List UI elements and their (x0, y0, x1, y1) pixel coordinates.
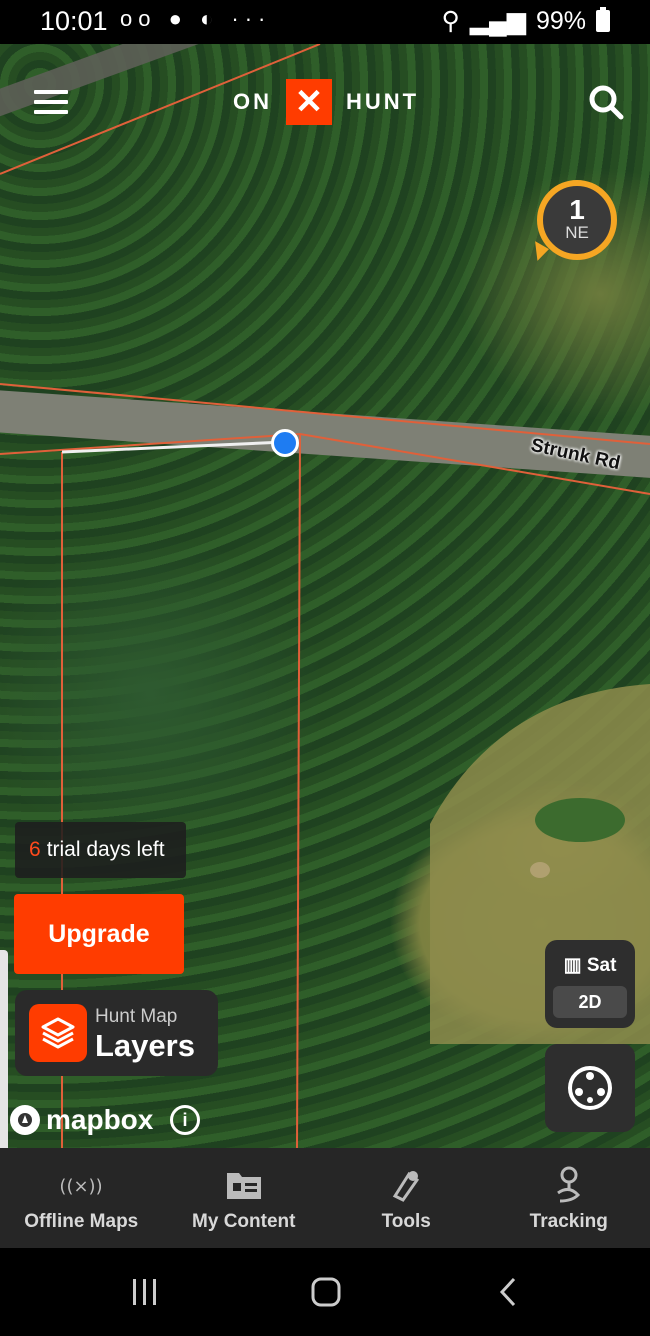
waypoint-cluster-marker[interactable]: 1 NE (537, 180, 617, 260)
svg-text:((×)): ((×)) (61, 1176, 101, 1197)
nav-my-content[interactable]: My Content (163, 1148, 326, 1248)
current-location-dot (271, 429, 299, 457)
search-icon[interactable] (588, 84, 624, 120)
status-bar: 10:01 ᴏᴏ ● ◐ ··· ⚲ ▂▄▆ 99% (0, 0, 650, 44)
layers-icon (29, 1004, 87, 1062)
mapbox-text: mapbox (46, 1104, 154, 1135)
trial-days-badge: 6 trial days left (15, 822, 186, 878)
logo-hunt: HUNT (346, 89, 420, 114)
cluster-count: 1 (569, 194, 585, 225)
battery-percent: 99% (535, 6, 586, 35)
nav-label-my-content: My Content (192, 1211, 296, 1232)
folder-icon (225, 1163, 263, 1207)
home-icon[interactable] (310, 1276, 342, 1308)
gps-locate-button[interactable] (545, 1044, 635, 1132)
onx-hunt-logo: ON ✕ HUNT (233, 78, 419, 126)
basemap-type: ▥ Sat (563, 955, 617, 976)
status-time: 10:01 (40, 6, 108, 36)
nav-offline-maps[interactable]: ((×)) Offline Maps (0, 1148, 163, 1248)
menu-icon[interactable] (34, 90, 68, 114)
bottom-nav: ((×)) Offline Maps My Content Tools Trac… (0, 1148, 650, 1248)
layers-button[interactable]: Hunt Map Layers (15, 990, 218, 1076)
nav-tools[interactable]: Tools (325, 1148, 488, 1248)
recent-apps-icon[interactable] (130, 1276, 160, 1308)
nav-label-tracking: Tracking (529, 1211, 608, 1232)
basemap-mode[interactable]: 2D (553, 986, 627, 1018)
attribution-info-icon[interactable]: i (170, 1105, 200, 1135)
layers-title: Layers (95, 1028, 195, 1063)
cluster-direction: NE (565, 223, 589, 242)
system-nav-bar (0, 1248, 650, 1336)
nav-tracking[interactable]: Tracking (488, 1148, 650, 1248)
mapbox-mark-icon (10, 1105, 40, 1135)
top-bar: ON ✕ HUNT (0, 44, 650, 144)
status-right: ⚲ ▂▄▆ 99% (441, 6, 610, 36)
battery-icon (596, 7, 610, 32)
nav-label-offline-maps: Offline Maps (24, 1211, 139, 1232)
trial-days-count: 6 (29, 838, 41, 861)
mapbox-logo: mapbox (10, 1104, 153, 1136)
tracking-pin-icon (552, 1163, 586, 1207)
location-status-icon: ⚲ (441, 7, 460, 35)
nav-label-tools: Tools (381, 1211, 431, 1232)
upgrade-button[interactable]: Upgrade (14, 894, 184, 974)
gps-icon (568, 1066, 612, 1110)
offline-signal-icon: ((×)) (61, 1163, 101, 1207)
tools-icon (387, 1163, 425, 1207)
trial-days-text: trial days left (46, 838, 165, 861)
notification-icons: ᴏᴏ ● ◐ ··· (120, 6, 272, 31)
layers-subtitle: Hunt Map (95, 1006, 178, 1027)
back-icon[interactable] (496, 1276, 520, 1308)
logo-mark: ✕ (286, 79, 332, 125)
signal-icon: ▂▄▆ (469, 7, 526, 35)
logo-on: ON (233, 89, 272, 114)
map-book-icon: ▥ (563, 955, 587, 976)
basemap-toggle-button[interactable]: ▥ Sat 2D (545, 940, 635, 1028)
